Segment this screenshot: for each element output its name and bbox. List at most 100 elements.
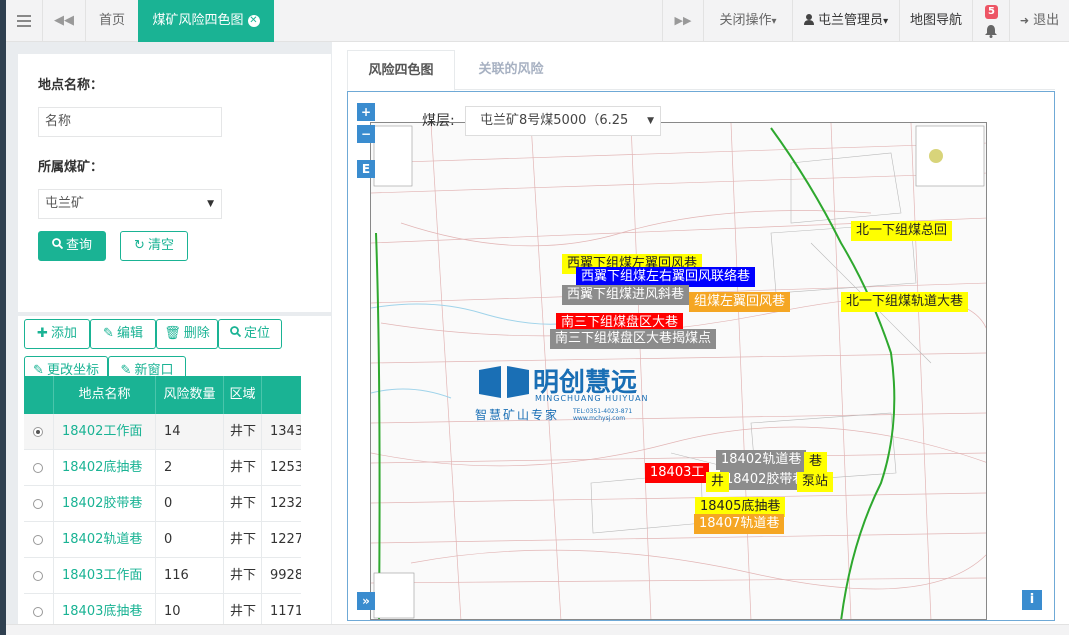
double-left-icon[interactable]: ◀◀ xyxy=(43,0,85,42)
header-risk-count: 风险数量 xyxy=(156,376,224,414)
tab-four-color-map[interactable]: 风险四色图 xyxy=(347,50,455,91)
add-button[interactable]: ✚ 添加 xyxy=(24,319,90,349)
logout-icon: ➜ xyxy=(1019,14,1030,27)
location-input[interactable]: 名称 xyxy=(38,107,222,137)
row-extra: 1227 xyxy=(270,532,301,547)
table-row[interactable]: 18403工作面 116 井下 9928 xyxy=(24,558,301,594)
map-location-label[interactable]: 泵站 xyxy=(797,472,834,492)
user-menu[interactable]: 屯兰管理员▾ xyxy=(793,0,899,42)
map-location-label[interactable]: 西翼下组煤左右翼回风联络巷 xyxy=(576,267,756,287)
row-location-link[interactable]: 18403工作面 xyxy=(54,558,156,594)
user-name: 屯兰管理员 xyxy=(818,13,884,28)
delete-button[interactable]: 🗑 删除 xyxy=(156,319,218,349)
map-location-label[interactable]: 18407轨道巷 xyxy=(694,514,785,534)
edit-label: 编辑 xyxy=(116,326,143,341)
map-location-label[interactable]: 18402轨道巷 xyxy=(716,450,807,470)
logo-slogan: 智慧矿山专家 xyxy=(475,408,560,422)
row-extra: 1232 xyxy=(270,496,301,511)
header-extra xyxy=(262,376,301,414)
location-label: 地点名称： xyxy=(38,78,104,93)
info-button[interactable]: i xyxy=(1022,590,1042,610)
row-location-link[interactable]: 18402底抽巷 xyxy=(54,450,156,486)
row-area: 井下 xyxy=(224,486,262,522)
map-location-label[interactable]: 组煤左翼回风巷 xyxy=(689,292,791,312)
coal-seam-value: 屯兰矿8号煤5000（6.25 xyxy=(480,113,629,128)
chevron-down-icon: ▼ xyxy=(207,199,214,209)
map-location-label[interactable]: 巷 xyxy=(804,452,828,472)
map-container[interactable]: + − E » i 煤层: 屯兰矿8号煤5000（6.25 ▼ 明创慧远 MIN… xyxy=(347,91,1055,621)
logout-button[interactable]: ➜ 退出 xyxy=(1010,0,1069,42)
row-radio[interactable] xyxy=(33,535,43,545)
map-location-label[interactable]: 井 xyxy=(706,472,730,492)
row-risk-count: 0 xyxy=(156,522,224,558)
table-row[interactable]: 18402胶带巷 0 井下 1232 xyxy=(24,486,301,522)
logo-contact: TEL:0351-4023-871 www.mchysj.com xyxy=(573,408,633,422)
row-risk-count: 14 xyxy=(156,414,224,450)
row-radio-cell[interactable] xyxy=(24,522,54,558)
row-radio[interactable] xyxy=(33,427,43,437)
edit-button[interactable]: ✎ 编辑 xyxy=(90,319,156,349)
chevron-down-icon: ▾ xyxy=(883,16,889,27)
mine-select-value: 屯兰矿 xyxy=(45,196,85,211)
clear-label: 清空 xyxy=(147,238,174,253)
right-panel: 风险四色图 关联的风险 + − E » i 煤层: 屯兰矿8号煤5000（6.2… xyxy=(332,42,1069,635)
mine-select[interactable]: 屯兰矿 ▼ xyxy=(38,189,222,219)
row-radio[interactable] xyxy=(33,607,43,617)
map-location-label[interactable]: 北一下组煤轨道大巷 xyxy=(841,292,969,312)
zoom-out-button[interactable]: − xyxy=(357,125,375,143)
expand-toggle-button[interactable]: » xyxy=(357,592,375,610)
table-row[interactable]: 18402工作面 14 井下 1343 xyxy=(24,414,301,450)
notification-bell[interactable]: 5 xyxy=(973,0,1009,42)
tab-home[interactable]: 首页 xyxy=(86,0,138,42)
map-location-label[interactable]: 南三下组煤盘区大巷揭煤点 xyxy=(550,329,717,349)
close-operations-label: 关闭操作 xyxy=(719,13,772,28)
tab-related-risks[interactable]: 关联的风险 xyxy=(455,50,567,91)
app-root: ◀◀ 首页 煤矿风险四色图 ✕ ▶▶ 关闭操作▾ 屯兰管理员▾ 地图导航 5 ➜… xyxy=(0,0,1069,635)
row-radio-cell[interactable] xyxy=(24,486,54,522)
table-row[interactable]: 18402轨道巷 0 井下 1227 xyxy=(24,522,301,558)
row-radio-cell[interactable] xyxy=(24,414,54,450)
extent-button[interactable]: E xyxy=(357,160,375,178)
user-icon xyxy=(803,1,814,25)
tab-risk-map[interactable]: 煤矿风险四色图 ✕ xyxy=(138,0,274,42)
table-row[interactable]: 18402底抽巷 2 井下 1253 xyxy=(24,450,301,486)
header-area: 区域 xyxy=(224,376,262,414)
row-radio[interactable] xyxy=(33,463,43,473)
row-radio-cell[interactable] xyxy=(24,450,54,486)
row-radio-cell[interactable] xyxy=(24,558,54,594)
locate-label: 定位 xyxy=(243,326,270,341)
map-location-label[interactable]: 18403工 xyxy=(645,463,710,483)
clear-button[interactable]: ↻ 清空 xyxy=(120,231,188,261)
row-location-link[interactable]: 18402工作面 xyxy=(54,414,156,450)
row-location-link[interactable]: 18402胶带巷 xyxy=(54,486,156,522)
coal-seam-label: 煤层: xyxy=(422,113,455,129)
query-button[interactable]: 查询 xyxy=(38,231,106,261)
bottom-bar xyxy=(6,624,1069,635)
top-navbar: ◀◀ 首页 煤矿风险四色图 ✕ ▶▶ 关闭操作▾ 屯兰管理员▾ 地图导航 5 ➜… xyxy=(6,0,1069,42)
row-risk-count: 116 xyxy=(156,558,224,594)
close-operations-dropdown[interactable]: 关闭操作▾ xyxy=(704,0,792,42)
row-extra: 9928 xyxy=(270,568,301,583)
row-extra: 1253 xyxy=(270,460,301,475)
logout-label: 退出 xyxy=(1033,13,1060,28)
mine-label: 所属煤矿： xyxy=(38,160,104,175)
header-radio-col xyxy=(24,376,54,414)
query-label: 查询 xyxy=(65,238,92,253)
refresh-icon: ↻ xyxy=(134,238,145,253)
row-area: 井下 xyxy=(224,522,262,558)
coal-seam-select[interactable]: 屯兰矿8号煤5000（6.25 ▼ xyxy=(465,106,661,136)
map-location-label[interactable]: 西翼下组煤进风斜巷 xyxy=(562,285,690,305)
map-navigation-link[interactable]: 地图导航 xyxy=(900,0,972,42)
hamburger-icon[interactable] xyxy=(6,0,42,42)
double-right-icon[interactable]: ▶▶ xyxy=(663,0,703,42)
zoom-in-button[interactable]: + xyxy=(357,103,375,121)
locate-button[interactable]: 定位 xyxy=(218,319,282,349)
chevron-down-icon: ▼ xyxy=(643,107,654,135)
map-location-label[interactable]: 北一下组煤总回 xyxy=(851,221,953,241)
row-radio[interactable] xyxy=(33,571,43,581)
row-location-link[interactable]: 18402轨道巷 xyxy=(54,522,156,558)
row-radio[interactable] xyxy=(33,499,43,509)
close-icon[interactable]: ✕ xyxy=(247,14,260,27)
mine-map-image[interactable] xyxy=(370,122,987,620)
table-header: 地点名称 风险数量 区域 xyxy=(24,376,301,414)
